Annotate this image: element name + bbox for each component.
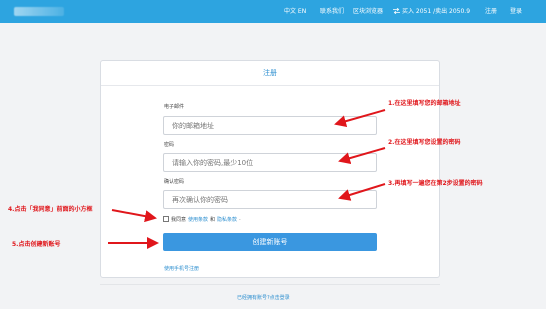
annotation-step-4: 4.点击「我同意」前面的小方框	[8, 206, 93, 213]
annotation-arrows	[108, 109, 386, 249]
arrow-2	[338, 147, 386, 164]
arrow-1	[334, 109, 386, 128]
annotation-step-3: 3.再填写一遍您在第2步设置的密码	[388, 180, 483, 187]
annotation-step-1: 1.在这里填写您的邮箱地址	[388, 100, 461, 107]
annotation-step-2: 2.在这里填写您设置的密码	[388, 139, 461, 146]
arrow-3	[338, 183, 386, 201]
arrow-4	[111, 209, 157, 223]
annotation-step-5: 5.点击创建新账号	[12, 241, 61, 248]
